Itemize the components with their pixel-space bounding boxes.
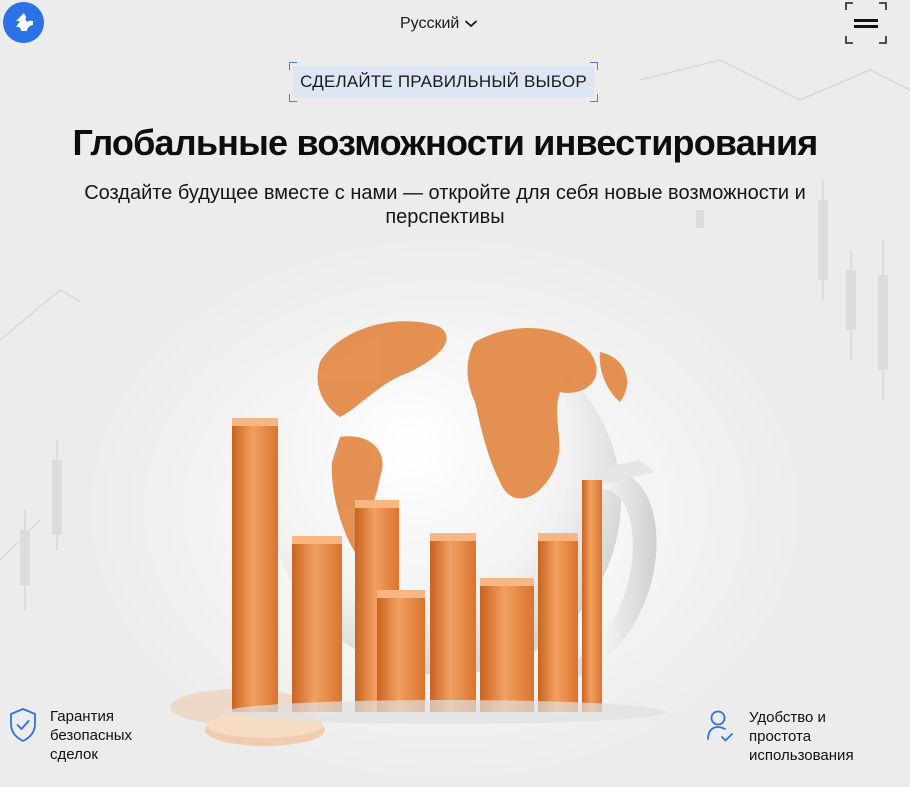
eyebrow-badge: СДЕЛАЙТЕ ПРАВИЛЬНЫЙ ВЫБОР bbox=[289, 62, 598, 102]
brand-logo-icon[interactable] bbox=[3, 2, 44, 43]
feature-secure-deals: Гарантия безопасных сделок bbox=[8, 707, 188, 764]
language-selector[interactable]: Русский bbox=[400, 13, 478, 35]
page-title: Глобальные возможности инвестирования bbox=[72, 122, 819, 163]
user-check-icon bbox=[707, 710, 733, 742]
globe-with-orange-bar-chart-illustration bbox=[80, 232, 810, 787]
eyebrow-text: СДЕЛАЙТЕ ПРАВИЛЬНЫЙ ВЫБОР bbox=[293, 66, 594, 98]
chevron-down-icon bbox=[465, 20, 478, 28]
subtitle-line-2: перспективы bbox=[385, 206, 505, 228]
feature-ease-of-use: Удобство и простота использования bbox=[705, 708, 900, 765]
subtitle-line-1: Создайте будущее вместе с нами — откройт… bbox=[84, 182, 806, 204]
language-label: Русский bbox=[400, 15, 460, 32]
shield-check-icon bbox=[10, 708, 36, 743]
feature-label: Удобство и простота использования bbox=[749, 709, 854, 764]
hamburger-menu-icon[interactable] bbox=[845, 2, 887, 44]
page-subtitle: Создайте будущее вместе с нами — откройт… bbox=[40, 181, 850, 229]
feature-label: Гарантия безопасных сделок bbox=[50, 708, 133, 763]
